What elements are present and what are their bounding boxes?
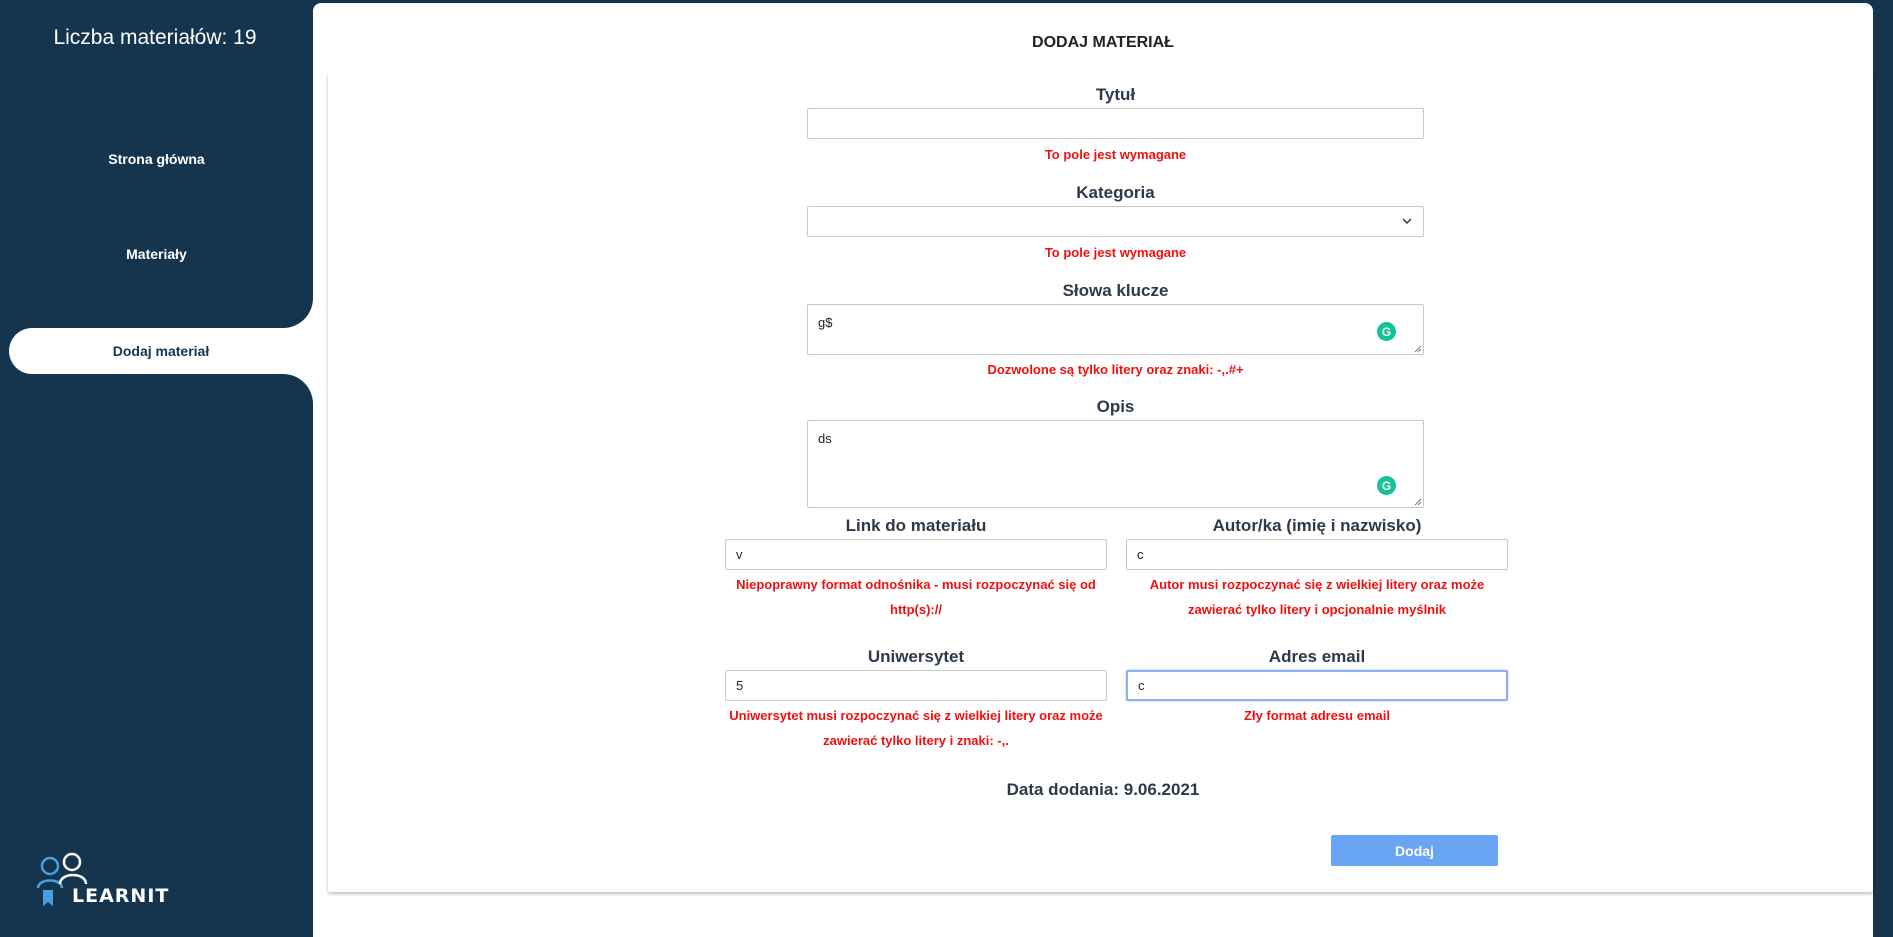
submit-button[interactable]: Dodaj: [1331, 835, 1498, 866]
link-error-line1: Niepoprawny format odnośnika - musi rozp…: [736, 577, 1096, 592]
description-value: ds: [818, 431, 832, 446]
keywords-error: Dozwolone są tylko litery oraz znaki: -,…: [987, 362, 1244, 377]
chevron-down-icon: [1402, 218, 1412, 225]
nav-add-material-label: Dodaj materiał: [112, 343, 210, 359]
keywords-value: g$: [818, 315, 833, 330]
university-error-line1: Uniwersytet musi rozpoczynać się z wielk…: [729, 708, 1103, 723]
university-input[interactable]: 5: [725, 670, 1107, 701]
university-label: Uniwersytet: [867, 647, 965, 666]
materials-count: Liczba materiałów: 19: [53, 26, 257, 49]
nav-curve-decoration: [263, 374, 313, 404]
category-label: Kategoria: [1076, 183, 1155, 202]
main-panel: DODAJ MATERIAŁ Tytuł To pole jest wymaga…: [313, 3, 1873, 937]
logo-text: LEARNIT: [72, 885, 170, 907]
email-input[interactable]: c: [1126, 670, 1508, 701]
link-input[interactable]: v: [725, 539, 1107, 570]
page-title: DODAJ MATERIAŁ: [1032, 34, 1174, 51]
keywords-textarea[interactable]: g$ G: [807, 304, 1424, 355]
title-input[interactable]: [807, 108, 1424, 139]
author-error-line2: zawierać tylko litery i opcjonalnie myśl…: [1188, 602, 1446, 617]
author-label: Autor/ka (imię i nazwisko): [1212, 516, 1422, 535]
author-input[interactable]: c: [1126, 539, 1508, 570]
nav-add-material[interactable]: Dodaj materiał: [9, 328, 313, 374]
title-error: To pole jest wymagane: [1044, 147, 1187, 162]
author-error-line1: Autor musi rozpoczynać się z wielkiej li…: [1149, 577, 1485, 592]
keywords-label: Słowa klucze: [1062, 281, 1169, 300]
email-label: Adres email: [1268, 647, 1366, 666]
form-card: Tytuł To pole jest wymagane Kategoria To…: [328, 72, 1873, 892]
grammarly-icon[interactable]: G: [1377, 476, 1396, 495]
description-textarea[interactable]: ds G: [807, 420, 1424, 508]
nav-home[interactable]: Strona główna: [0, 151, 313, 167]
link-label: Link do materiału: [845, 516, 987, 535]
title-label: Tytuł: [1095, 85, 1136, 104]
sidebar: Liczba materiałów: 19 Strona główna Mate…: [0, 0, 313, 937]
nav-materials[interactable]: Materiały: [0, 246, 313, 262]
resize-handle-icon[interactable]: [1413, 497, 1422, 506]
university-error-line2: zawierać tylko litery i znaki: -,.: [823, 733, 1009, 748]
grammarly-icon[interactable]: G: [1377, 322, 1396, 341]
description-label: Opis: [1096, 397, 1135, 416]
email-error: Zły format adresu email: [1244, 708, 1390, 723]
date-added: Data dodania: 9.06.2021: [1006, 780, 1200, 799]
category-select[interactable]: [807, 206, 1424, 237]
nav-curve-decoration: [263, 298, 313, 328]
resize-handle-icon[interactable]: [1413, 344, 1422, 353]
learnit-logo: LEARNIT: [36, 850, 186, 915]
category-error: To pole jest wymagane: [1044, 245, 1187, 260]
link-error-line2: http(s)://: [890, 602, 942, 617]
